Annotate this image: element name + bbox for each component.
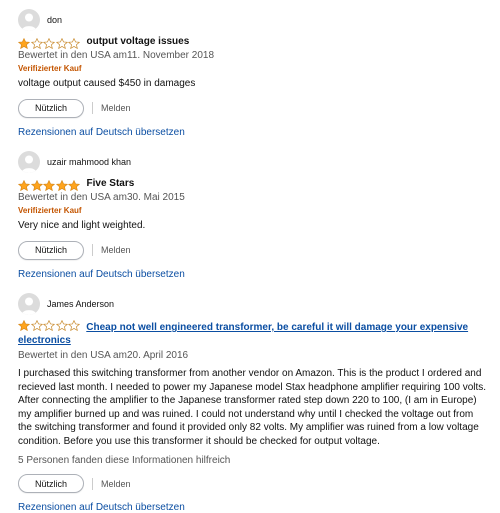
reviewer-name[interactable]: uzair mahmood khan [47, 157, 131, 167]
divider [92, 477, 93, 490]
reviewer-row: James Anderson [18, 293, 488, 315]
avatar[interactable] [18, 9, 40, 31]
verified-purchase-badge: Verifizierter Kauf [18, 64, 82, 73]
review-actions: Nützlich Melden [18, 98, 488, 118]
translate-link[interactable]: Rezensionen auf Deutsch übersetzen [18, 269, 488, 280]
star-rating[interactable] [17, 178, 81, 192]
translate-link[interactable]: Rezensionen auf Deutsch übersetzen [18, 127, 488, 138]
review-title[interactable]: Five Stars [87, 178, 135, 189]
review-title[interactable]: output voltage issues [87, 36, 190, 47]
review-card: uzair mahmood khan Five Stars Bewertet i… [17, 151, 488, 280]
review-body: voltage output caused $450 in damages [18, 78, 196, 89]
star-rating[interactable] [17, 319, 81, 332]
review-title[interactable]: Cheap not well engineered transformer, b… [18, 322, 468, 346]
reviewer-row: uzair mahmood khan [18, 151, 488, 173]
helpful-button[interactable]: Nützlich [18, 98, 84, 118]
review-date: Bewertet in den USA am30. Mai 2015 [18, 192, 185, 203]
rating-row: Five Stars [17, 178, 488, 192]
star-empty-icon [67, 36, 81, 50]
review-actions: Nützlich Melden [18, 240, 488, 260]
user-icon [21, 13, 37, 31]
reviewer-row: don [18, 9, 488, 31]
review-date: Bewertet in den USA am20. April 2016 [18, 350, 189, 361]
review-card: James Anderson Cheap not well engineered… [17, 293, 488, 513]
divider [92, 102, 93, 114]
reviewer-name[interactable]: don [47, 15, 62, 25]
report-link[interactable]: Melden [101, 245, 131, 255]
star-filled-icon [17, 36, 31, 50]
star-empty-icon [55, 36, 68, 50]
reviewer-name[interactable]: James Anderson [47, 299, 114, 309]
report-link[interactable]: Melden [101, 103, 131, 113]
star-filled-icon [42, 178, 56, 192]
avatar[interactable] [18, 151, 40, 173]
translate-link[interactable]: Rezensionen auf Deutsch übersetzen [18, 502, 488, 513]
user-icon [21, 155, 37, 173]
review-actions: Nützlich Melden [18, 474, 488, 493]
star-empty-icon [42, 36, 56, 50]
user-icon [21, 297, 37, 315]
rating-row: Cheap not well engineered transformer, b… [17, 319, 488, 347]
star-filled-icon [30, 178, 43, 192]
review-body: I purchased this switching transformer f… [18, 368, 487, 447]
star-empty-icon [67, 319, 81, 332]
star-empty-icon [55, 319, 68, 332]
review-date: Bewertet in den USA am11. November 2018 [18, 50, 215, 61]
star-filled-icon [17, 319, 31, 332]
star-filled-icon [55, 178, 68, 192]
divider [92, 244, 93, 256]
review-card: don output voltage issues Bewertet in de… [17, 9, 488, 138]
star-rating[interactable] [17, 36, 81, 50]
avatar[interactable] [18, 293, 40, 315]
helpful-button[interactable]: Nützlich [18, 474, 84, 493]
helpful-button[interactable]: Nützlich [18, 240, 84, 260]
verified-purchase-badge: Verifizierter Kauf [18, 206, 82, 215]
star-filled-icon [17, 178, 31, 192]
star-empty-icon [30, 36, 43, 50]
helpful-count: 5 Personen fanden diese Informationen hi… [18, 455, 231, 466]
rating-row: output voltage issues [17, 36, 488, 50]
star-filled-icon [67, 178, 81, 192]
review-body: Very nice and light weighted. [18, 220, 146, 231]
report-link[interactable]: Melden [101, 479, 131, 489]
star-empty-icon [30, 319, 43, 332]
star-empty-icon [42, 319, 56, 332]
